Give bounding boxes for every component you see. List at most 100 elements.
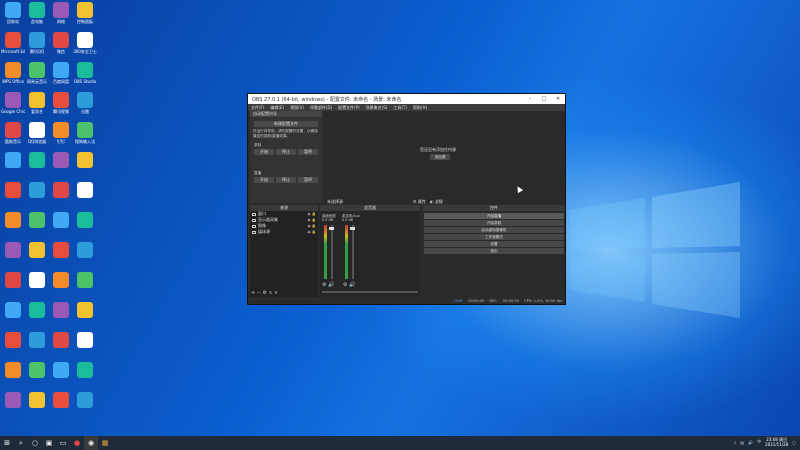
stream-start-button[interactable]: 开始 [254,177,274,183]
desktop-icon[interactable] [2,272,24,288]
add-source-button[interactable]: 添加源 [430,154,450,160]
desktop-icon[interactable]: 酷狗音乐 [2,122,24,144]
menu-profile[interactable]: 配置文件(P) [338,105,360,111]
desktop-icon[interactable]: 360安全卫士 [73,32,97,54]
volume-fader[interactable] [350,227,355,230]
desktop-icon[interactable] [2,332,24,348]
remove-icon[interactable]: − [257,290,261,296]
volume-fader[interactable] [329,227,334,230]
desktop-icon[interactable] [26,332,48,348]
start-recording-button[interactable]: 开始录制 [424,220,564,226]
start-streaming-button[interactable]: 开始直播 [424,213,564,219]
stream-stop-button[interactable]: 停止 [276,177,296,183]
chrome-icon[interactable]: ● [70,436,84,450]
mixer-controls[interactable]: ⚙ 🔊 [343,282,355,288]
preview-canvas[interactable]: 您还没有添加任何源 添加源 [325,111,565,203]
up-icon[interactable]: ∧ [269,290,273,296]
bluetooth-icon[interactable]: ᛒ [734,440,736,445]
notification-icon[interactable]: ▢ [792,440,796,445]
start-windows-icon[interactable]: ⊞ [0,436,14,450]
network-icon[interactable]: ▤ [740,440,744,445]
desktop-icon[interactable] [74,332,96,348]
minimize-icon[interactable]: – [523,96,537,102]
desktop-icon[interactable]: 腾讯视频 [50,92,72,114]
desktop-icon[interactable]: 百度网盘 [50,62,72,84]
desktop-icon[interactable]: 微信 [50,32,72,54]
desktop-icon[interactable] [2,152,24,168]
new-profile-button[interactable]: 新建配置文件 [254,121,318,127]
desktop-icon[interactable]: OBS Studio [74,62,96,84]
desktop-icon[interactable]: 此电脑 [26,2,48,24]
desktop-icon[interactable] [74,182,96,198]
menu-help[interactable]: 帮助(H) [413,105,427,111]
visibility-icon[interactable]: ◉ 🔒 [307,230,318,234]
desktop-icon[interactable] [2,242,24,258]
down-icon[interactable]: ∨ [274,290,278,296]
menu-tools[interactable]: 工具(T) [393,105,407,111]
desktop-icon[interactable] [50,362,72,378]
desktop-icon[interactable]: Google Chrome [1,92,25,114]
desktop-icon[interactable] [2,212,24,228]
desktop-icon[interactable]: 网络 [50,2,72,24]
visibility-icon[interactable]: ◉ 🔒 [307,218,318,222]
visibility-icon[interactable]: ◉ 🔒 [307,224,318,228]
file-explorer-icon[interactable]: ▭ [56,436,70,450]
close-icon[interactable]: ✕ [551,96,565,102]
add-icon[interactable]: + [251,290,255,296]
record-pause-button[interactable]: 暂停 [298,149,318,155]
virtual-camera-button[interactable]: 启动虚拟摄像机 [424,227,564,233]
desktop-icon[interactable]: 爱奇艺 [26,92,48,114]
app-taskbar-icon[interactable]: ▦ [98,436,112,450]
desktop-icon[interactable]: WPS Office [2,62,24,84]
mixer-scrollbar[interactable] [322,291,418,293]
gear-icon[interactable]: ⚙ [263,290,267,296]
desktop-icon[interactable] [74,362,96,378]
desktop-icon[interactable] [26,152,48,168]
desktop-icon[interactable] [26,302,48,318]
desktop-icon[interactable] [2,362,24,378]
visibility-icon[interactable]: ◉ 🔒 [307,212,318,216]
studio-mode-button[interactable]: 工作室模式 [424,234,564,240]
obs-title-bar[interactable]: OBS 27.0.1 (64-bit, windows) - 配置文件: 未命名… [248,94,565,104]
desktop-icon[interactable] [50,392,72,408]
desktop-icon[interactable] [74,302,96,318]
source-item[interactable]: 媒体源 ◉ 🔒 [250,229,318,235]
desktop-icon[interactable] [2,392,24,408]
desktop-icon[interactable]: 网易云音乐 [26,62,48,84]
stream-pause-button[interactable]: 暂停 [298,177,318,183]
desktop-icon[interactable]: Microsoft Edge [1,32,25,54]
menu-view[interactable]: 视图(V) [290,105,304,111]
desktop-icon[interactable]: 腾讯QQ [26,32,48,54]
desktop-icon[interactable] [50,272,72,288]
desktop-icon[interactable] [74,392,96,408]
desktop-icon[interactable]: 搜狗输入法 [74,122,96,144]
menu-docks[interactable]: 停靠部件(D) [310,105,332,111]
desktop-icon[interactable] [26,212,48,228]
desktop-icon[interactable] [50,302,72,318]
task-view-icon[interactable]: ▣ [42,436,56,450]
desktop-icon[interactable] [74,242,96,258]
record-stop-button[interactable]: 停止 [276,149,296,155]
desktop-icon[interactable] [26,392,48,408]
menu-edit[interactable]: 编辑(E) [270,105,284,111]
desktop-icon[interactable]: 钉钉 [50,122,72,144]
desktop-icon[interactable] [50,212,72,228]
desktop-icon[interactable] [26,242,48,258]
desktop-icon[interactable] [50,242,72,258]
desktop-icon[interactable] [26,362,48,378]
desktop-icon[interactable] [26,182,48,198]
ime-indicator[interactable]: 中 [757,439,761,445]
desktop-icon[interactable]: QQ浏览器 [26,122,48,144]
desktop-icon[interactable] [74,212,96,228]
desktop-icon[interactable]: 控制面板 [74,2,96,24]
menu-file[interactable]: 文件(F) [251,105,264,111]
exit-button[interactable]: 退出 [424,248,564,254]
desktop-icon[interactable] [26,272,48,288]
desktop-icon[interactable] [2,302,24,318]
desktop-icon[interactable] [50,332,72,348]
obs-taskbar-icon[interactable]: ◉ [84,436,98,450]
volume-fader-track[interactable] [331,225,333,279]
desktop-icon[interactable] [50,152,72,168]
maximize-icon[interactable]: □ [537,96,551,102]
settings-button[interactable]: 设置 [424,241,564,247]
